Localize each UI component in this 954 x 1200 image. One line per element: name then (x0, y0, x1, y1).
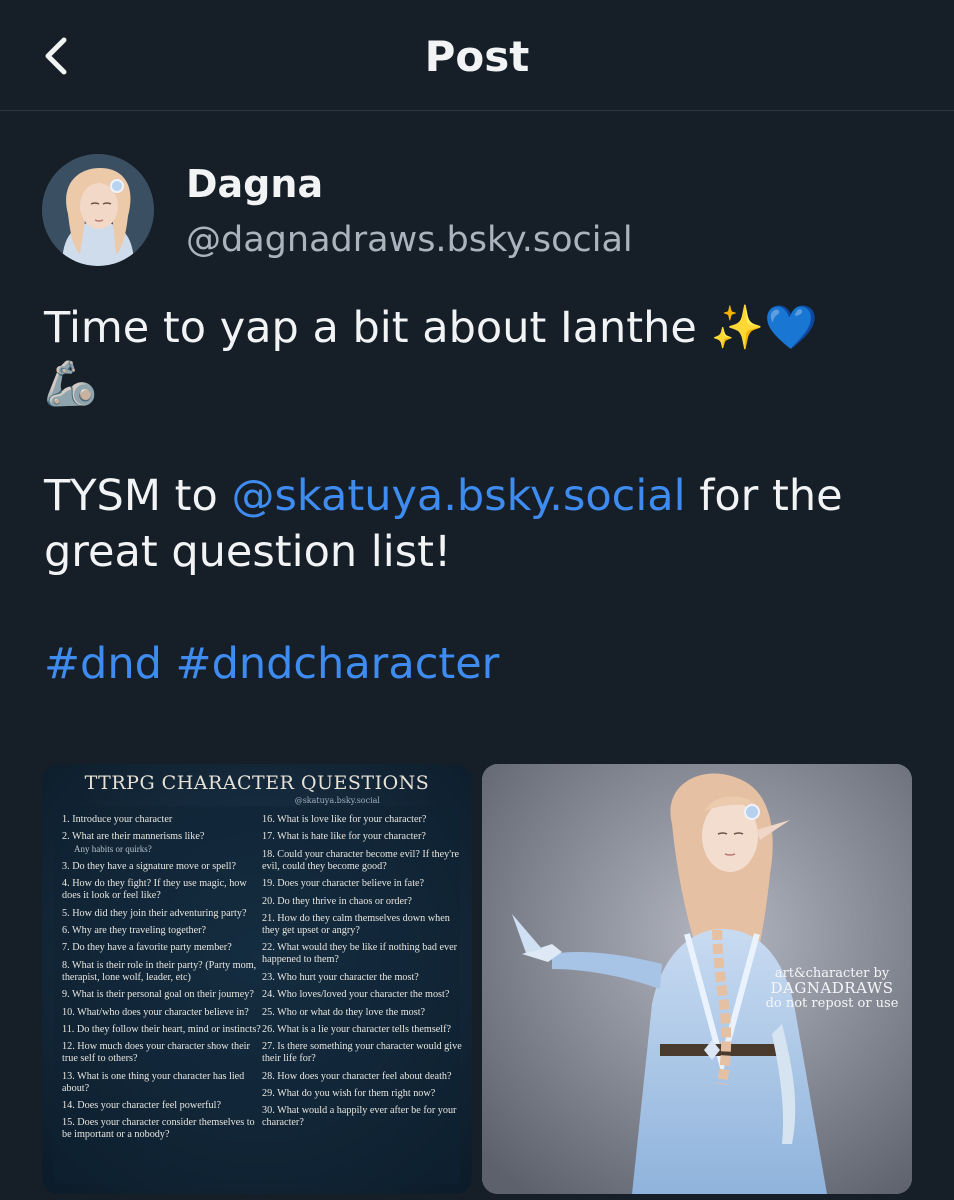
question-item: 1. Introduce your character (62, 814, 262, 826)
thanks-prefix: TYSM to (44, 471, 232, 521)
question-text: 14. Does your character feel powerful? (62, 1100, 221, 1112)
question-text: 15. Does your character consider themsel… (62, 1117, 255, 1141)
question-item: 14. Does your character feel powerful? (62, 1100, 262, 1112)
question-item: 17. What is hate like for your character… (262, 831, 462, 843)
question-text: 10. What/who does your character believe… (62, 1006, 249, 1018)
question-text: 29. What do you wish for them right now? (262, 1088, 436, 1100)
avatar[interactable] (42, 154, 154, 266)
question-text: 16. What is love like for your character… (262, 814, 427, 825)
question-text: 26. What is a lie your character tells t… (262, 1023, 452, 1035)
post-images: TTRPG CHARACTER QUESTIONS @skatuya.bsky.… (42, 764, 912, 1194)
question-item: 26. What is a lie your character tells t… (262, 1024, 462, 1036)
question-item: 23. Who hurt your character the most? (262, 972, 462, 984)
questions-column-left: 1. Introduce your character 2. What are t… (62, 814, 262, 1147)
character-art-image[interactable]: art&character by DAGNADRAWS do not repos… (482, 764, 912, 1194)
question-item: 2. What are their mannerisms like? Any ha… (62, 831, 262, 855)
question-item: 10. What/who does your character believe… (62, 1007, 262, 1019)
question-text: 1. Introduce your character (62, 814, 173, 825)
question-text: 18. Could your character become evil? If… (262, 848, 460, 872)
question-item: 5. How did they join their adventuring p… (62, 908, 262, 920)
question-text: 28. How does your character feel about d… (262, 1070, 452, 1082)
watermark-line-3: do not repost or use (765, 996, 899, 1011)
question-text: 2. What are their mannerisms like? (62, 831, 205, 843)
question-text: 25. Who or what do they love the most? (262, 1006, 426, 1018)
post-text: Time to yap a bit about Ianthe ✨💙 🦾 TYSM… (44, 300, 914, 692)
question-item: 21. How do they calm themselves down whe… (262, 913, 462, 937)
question-item: 6. Why are they traveling together? (62, 925, 262, 937)
question-item: 9. What is their personal goal on their … (62, 989, 262, 1001)
question-text: 7. Do they have a favorite party member? (62, 942, 232, 954)
question-item: 13. What is one thing your character has… (62, 1071, 262, 1095)
question-item: 27. Is there something your character wo… (262, 1041, 462, 1065)
question-text: 24. Who loves/loved your character the m… (262, 989, 450, 1001)
post-line-1: Time to yap a bit about Ianthe ✨💙 (44, 303, 818, 353)
question-text: 20. Do they thrive in chaos or order? (262, 895, 412, 907)
question-item: 16. What is love like for your character… (262, 814, 462, 826)
author-name[interactable]: Dagna (186, 160, 323, 208)
question-item: 8. What is their role in their party? (P… (62, 960, 262, 984)
question-text: 22. What would they be like if nothing b… (262, 942, 458, 966)
question-item: 15. Does your character consider themsel… (62, 1117, 262, 1141)
questions-column-right: 16. What is love like for your character… (262, 814, 462, 1135)
post-line-2: 🦾 (44, 359, 98, 409)
questions-image[interactable]: TTRPG CHARACTER QUESTIONS @skatuya.bsky.… (42, 764, 472, 1194)
question-text: 5. How did they join their adventuring p… (62, 907, 247, 919)
avatar-illustration (42, 154, 154, 266)
question-text: 9. What is their personal goal on their … (62, 989, 254, 1001)
question-item: 25. Who or what do they love the most? (262, 1007, 462, 1019)
hashtag-dnd[interactable]: #dnd (44, 639, 162, 689)
question-text: 4. How do they fight? If they use magic,… (62, 878, 247, 902)
question-item: 18. Could your character become evil? If… (262, 849, 462, 873)
question-text: 23. Who hurt your character the most? (262, 971, 419, 983)
author-handle[interactable]: @dagnadraws.bsky.social (186, 216, 633, 264)
question-item: 24. Who loves/loved your character the m… (262, 989, 462, 1001)
question-item: 12. How much does your character show th… (62, 1041, 262, 1065)
question-text: 3. Do they have a signature move or spel… (62, 860, 236, 872)
question-text: 8. What is their role in their party? (P… (62, 959, 257, 983)
question-item: 7. Do they have a favorite party member? (62, 942, 262, 954)
questions-credit: @skatuya.bsky.social (294, 796, 380, 805)
question-text: 12. How much does your character show th… (62, 1041, 250, 1065)
watermark-line-2: DAGNADRAWS (770, 979, 894, 997)
question-item: 30. What would a happily ever after be f… (262, 1105, 462, 1129)
question-text: 27. Is there something your character wo… (262, 1041, 462, 1065)
mention-link[interactable]: @skatuya.bsky.social (231, 471, 685, 521)
question-item: 20. Do they thrive in chaos or order? (262, 896, 462, 908)
question-text: 6. Why are they traveling together? (62, 924, 207, 936)
question-item: 19. Does your character believe in fate? (262, 878, 462, 890)
question-note: Any habits or quirks? (74, 844, 152, 855)
question-text: 30. What would a happily ever after be f… (262, 1105, 457, 1129)
question-text: 21. How do they calm themselves down whe… (262, 912, 450, 936)
question-item: 22. What would they be like if nothing b… (262, 942, 462, 966)
question-item: 28. How does your character feel about d… (262, 1071, 462, 1083)
page-title: Post (424, 32, 530, 81)
question-text: 19. Does your character believe in fate? (262, 878, 425, 890)
question-item: 3. Do they have a signature move or spel… (62, 861, 262, 873)
question-text: 11. Do they follow their heart, mind or … (62, 1023, 261, 1035)
top-bar: Post (0, 0, 954, 111)
question-text: 13. What is one thing your character has… (62, 1070, 245, 1094)
question-item: 29. What do you wish for them right now? (262, 1088, 462, 1100)
question-item: 11. Do they follow their heart, mind or … (62, 1024, 262, 1036)
hashtag-dndcharacter[interactable]: #dndcharacter (176, 639, 500, 689)
question-text: 17. What is hate like for your character… (262, 831, 426, 843)
art-watermark: art&character by DAGNADRAWS do not repos… (752, 966, 912, 1011)
questions-title: TTRPG CHARACTER QUESTIONS (84, 772, 430, 794)
question-item: 4. How do they fight? If they use magic,… (62, 878, 262, 902)
